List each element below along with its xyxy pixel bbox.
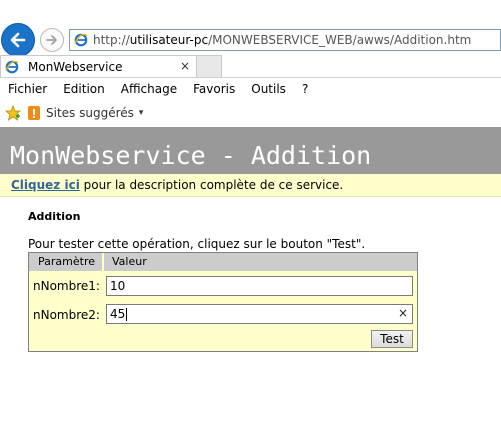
header-divider [102,253,104,271]
new-tab-button[interactable] [197,55,222,77]
parameters-form: Paramètre Valeur nNombre1: 10 nNombre2: … [28,252,418,352]
ie-logo-icon [5,60,19,73]
test-button[interactable]: Test [371,330,413,348]
menu-outils[interactable]: Outils [243,82,294,96]
param-label-nnombre2: nNombre2: [33,308,100,322]
chevron-down-icon[interactable]: ▾ [139,108,144,118]
browser-chrome: http://utilisateur-pc/MONWEBSERVICE_WEB/… [0,0,501,127]
favorites-star-icon[interactable] [5,105,21,121]
page-title: MonWebservice - Addition [10,141,372,170]
address-url: http://utilisateur-pc/MONWEBSERVICE_WEB/… [93,33,472,47]
instructions-text: Pour tester cette opération, cliquez sur… [28,237,366,251]
ie-logo-icon [74,33,88,47]
forward-arrow-icon [46,35,57,45]
description-link[interactable]: Cliquez ici [11,178,80,192]
favorites-bar: Sites suggérés ▾ [0,102,501,124]
nnombre1-input[interactable]: 10 [106,276,413,296]
menu-bar: Fichier Edition Affichage Favoris Outils… [0,79,501,99]
menu-favoris[interactable]: Favoris [185,82,243,96]
section-title: Addition [28,210,81,223]
table-header: Paramètre Valeur [29,253,417,271]
menu-fichier[interactable]: Fichier [0,82,55,96]
forward-button[interactable] [40,28,64,52]
clear-input-icon[interactable]: × [398,306,408,320]
menu-edition[interactable]: Edition [55,82,113,96]
header-parametre: Paramètre [38,255,95,268]
menu-help[interactable]: ? [294,82,316,96]
suggested-sites-icon [28,106,40,120]
nnombre2-input[interactable]: 45 × [106,304,413,324]
header-valeur: Valeur [112,255,147,268]
tab-bar: MonWebservice × [0,55,501,78]
address-bar[interactable]: http://utilisateur-pc/MONWEBSERVICE_WEB/… [69,29,501,51]
tab-title: MonWebservice [28,59,123,74]
menu-affichage[interactable]: Affichage [113,82,185,96]
text-cursor [126,307,128,321]
close-icon[interactable]: × [180,59,190,73]
tab-monwebservice[interactable]: MonWebservice × [0,55,197,77]
description-bar: Cliquez ici pour la description complète… [0,174,501,197]
description-text: Cliquez ici pour la description complète… [11,178,344,192]
param-label-nnombre1: nNombre1: [33,279,100,293]
back-button[interactable] [1,23,35,57]
suggested-sites-link[interactable]: Sites suggérés [46,106,134,120]
page-header: MonWebservice - Addition [0,127,501,174]
back-arrow-icon [10,32,26,48]
